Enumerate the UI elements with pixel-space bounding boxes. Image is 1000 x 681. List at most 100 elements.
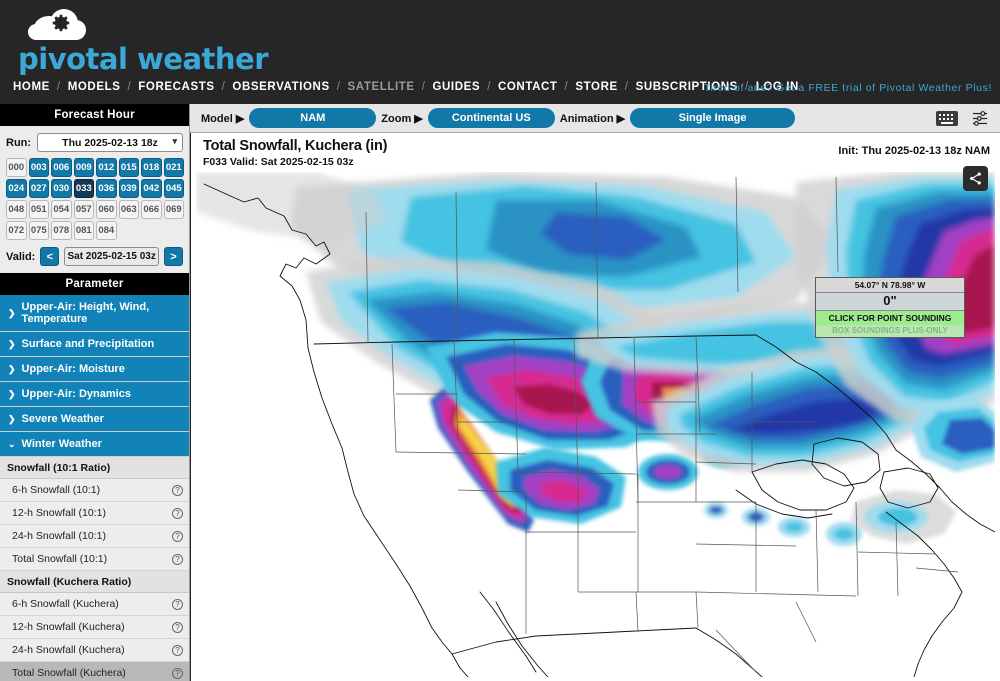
run-select[interactable]: Thu 2025-02-13 18z ▾ bbox=[37, 133, 183, 152]
forecast-hour-003[interactable]: 003 bbox=[28, 158, 49, 177]
point-tooltip[interactable]: 54.07° N 78.98° W 0" CLICK FOR POINT SOU… bbox=[815, 277, 965, 338]
help-icon[interactable]: ? bbox=[172, 667, 183, 679]
forecast-hour-015[interactable]: 015 bbox=[118, 158, 139, 177]
box-sounding-note: BOX SOUNDINGS PLUS-ONLY bbox=[816, 325, 964, 337]
param-item-24-h-snowfall-10-1[interactable]: 24-h Snowfall (10:1)? bbox=[0, 525, 189, 548]
sliders-icon[interactable] bbox=[970, 110, 990, 127]
help-icon[interactable]: ? bbox=[172, 621, 183, 633]
toolbar-right-icons bbox=[936, 110, 994, 127]
param-item-12-h-snowfall-kuchera[interactable]: 12-h Snowfall (Kuchera)? bbox=[0, 616, 189, 639]
param-item-label: 24-h Snowfall (10:1) bbox=[12, 530, 106, 542]
forecast-hour-075[interactable]: 075 bbox=[28, 221, 49, 240]
forecast-hour-027[interactable]: 027 bbox=[28, 179, 49, 198]
forecast-hour-021[interactable]: 021 bbox=[163, 158, 184, 177]
forecast-hour-018[interactable]: 018 bbox=[141, 158, 162, 177]
param-category-label: Winter Weather bbox=[21, 438, 102, 450]
point-sounding-button[interactable]: CLICK FOR POINT SOUNDING bbox=[816, 311, 964, 325]
forecast-hour-057[interactable]: 057 bbox=[73, 200, 94, 219]
site-header: pivotal weather HOME / MODELS / FORECASTS / OB… bbox=[0, 0, 1000, 104]
run-value: Thu 2025-02-13 18z bbox=[62, 136, 158, 149]
animation-select-button[interactable]: Single Image bbox=[630, 108, 796, 128]
forecast-hour-054[interactable]: 054 bbox=[51, 200, 72, 219]
forecast-hour-069[interactable]: 069 bbox=[163, 200, 184, 219]
forecast-hour-empty bbox=[164, 221, 185, 240]
forecast-hour-030[interactable]: 030 bbox=[51, 179, 72, 198]
param-item-total-snowfall-kuchera[interactable]: Total Snowfall (Kuchera)? bbox=[0, 662, 189, 681]
zoom-select-button[interactable]: Continental US bbox=[427, 108, 555, 128]
nav-separator: / bbox=[221, 81, 226, 93]
valid-next-button[interactable]: > bbox=[164, 247, 183, 266]
param-category-label: Surface and Precipitation bbox=[21, 338, 155, 350]
param-category-label: Upper-Air: Dynamics bbox=[21, 388, 131, 400]
help-icon[interactable]: ? bbox=[172, 644, 183, 656]
param-category-upper-air-dynamics[interactable]: ❯ Upper-Air: Dynamics bbox=[0, 382, 189, 407]
help-icon[interactable]: ? bbox=[172, 530, 183, 542]
forecast-hour-078[interactable]: 078 bbox=[51, 221, 72, 240]
forecast-hour-045[interactable]: 045 bbox=[163, 179, 184, 198]
param-category-surface-and-precipitation[interactable]: ❯ Surface and Precipitation bbox=[0, 332, 189, 357]
forecast-hour-grid: 000 003 006 009 012 015 018 021 024 027 030 033 036 0… bbox=[0, 156, 189, 242]
model-label[interactable]: Model ▶ bbox=[201, 112, 244, 125]
nav-item-home[interactable]: HOME bbox=[13, 81, 50, 93]
nav-separator: / bbox=[421, 81, 426, 93]
forecast-hour-051[interactable]: 051 bbox=[28, 200, 49, 219]
help-icon[interactable]: ? bbox=[172, 598, 183, 610]
zoom-label[interactable]: Zoom ▶ bbox=[381, 112, 422, 125]
nav-items: HOME / MODELS / FORECASTS / OBSERVATIONS / SATEL… bbox=[13, 81, 799, 93]
help-icon[interactable]: ? bbox=[172, 507, 183, 519]
param-category-winter-weather[interactable]: ⌄ Winter Weather bbox=[0, 432, 189, 457]
keyboard-icon[interactable] bbox=[936, 110, 958, 126]
cloud-gear-icon bbox=[28, 8, 88, 42]
run-row: Run: Thu 2025-02-13 18z ▾ bbox=[0, 126, 189, 156]
forecast-hour-000[interactable]: 000 bbox=[6, 158, 27, 177]
nav-separator: / bbox=[336, 81, 341, 93]
valid-prev-button[interactable]: < bbox=[40, 247, 60, 266]
forecast-hour-042[interactable]: 042 bbox=[141, 179, 162, 198]
forecast-hour-009[interactable]: 009 bbox=[73, 158, 94, 177]
valid-value[interactable]: Sat 2025-02-15 03z bbox=[64, 247, 159, 266]
forecast-hour-039[interactable]: 039 bbox=[118, 179, 139, 198]
forecast-hour-084[interactable]: 084 bbox=[96, 221, 117, 240]
forecast-hour-036[interactable]: 036 bbox=[96, 179, 117, 198]
help-icon[interactable]: ? bbox=[172, 484, 183, 496]
param-category-severe-weather[interactable]: ❯ Severe Weather bbox=[0, 407, 189, 432]
nav-item-satellite[interactable]: SATELLITE bbox=[348, 81, 415, 93]
weather-map[interactable]: 54.07° N 78.98° W 0" CLICK FOR POINT SOU… bbox=[196, 172, 995, 677]
ad-promo-link[interactable]: Tired of ads? Get a FREE trial of Pivota… bbox=[704, 82, 992, 94]
param-item-6-h-snowfall-10-1[interactable]: 6-h Snowfall (10:1)? bbox=[0, 479, 189, 502]
param-group-header: Snowfall (10:1 Ratio) bbox=[0, 457, 189, 479]
forecast-hour-024[interactable]: 024 bbox=[6, 179, 27, 198]
forecast-hour-072[interactable]: 072 bbox=[6, 221, 27, 240]
run-label: Run: bbox=[6, 136, 32, 149]
map-toolbar: Model ▶ NAM Zoom ▶ Continental US Animat… bbox=[190, 104, 1000, 133]
param-item-total-snowfall-10-1[interactable]: Total Snowfall (10:1)? bbox=[0, 548, 189, 571]
help-icon[interactable]: ? bbox=[172, 553, 183, 565]
forecast-hour-066[interactable]: 066 bbox=[141, 200, 162, 219]
site-logo[interactable]: pivotal weather bbox=[10, 8, 269, 76]
forecast-hour-063[interactable]: 063 bbox=[118, 200, 139, 219]
forecast-hour-060[interactable]: 060 bbox=[96, 200, 117, 219]
nav-item-models[interactable]: MODELS bbox=[68, 81, 121, 93]
param-item-label: 12-h Snowfall (Kuchera) bbox=[12, 621, 125, 633]
forecast-hour-012[interactable]: 012 bbox=[96, 158, 117, 177]
nav-item-observations[interactable]: OBSERVATIONS bbox=[232, 81, 329, 93]
snowfall-contour-map bbox=[196, 172, 995, 677]
param-category-upper-air-moisture[interactable]: ❯ Upper-Air: Moisture bbox=[0, 357, 189, 382]
share-icon[interactable] bbox=[963, 166, 988, 191]
map-init-text: Init: Thu 2025-02-13 18z NAM bbox=[838, 145, 990, 157]
forecast-hour-006[interactable]: 006 bbox=[51, 158, 72, 177]
model-select-button[interactable]: NAM bbox=[249, 108, 377, 128]
nav-item-store[interactable]: STORE bbox=[575, 81, 617, 93]
forecast-hour-048[interactable]: 048 bbox=[6, 200, 27, 219]
param-item-6-h-snowfall-kuchera[interactable]: 6-h Snowfall (Kuchera)? bbox=[0, 593, 189, 616]
nav-item-forecasts[interactable]: FORECASTS bbox=[138, 81, 214, 93]
nav-item-guides[interactable]: GUIDES bbox=[432, 81, 480, 93]
param-item-label: 6-h Snowfall (Kuchera) bbox=[12, 598, 119, 610]
animation-label[interactable]: Animation ▶ bbox=[560, 112, 625, 125]
param-category-upper-air-height-wind-temperature[interactable]: ❯ Upper-Air: Height, Wind, Temperature bbox=[0, 295, 189, 332]
param-item-24-h-snowfall-kuchera[interactable]: 24-h Snowfall (Kuchera)? bbox=[0, 639, 189, 662]
forecast-hour-033[interactable]: 033 bbox=[73, 179, 94, 198]
param-item-12-h-snowfall-10-1[interactable]: 12-h Snowfall (10:1)? bbox=[0, 502, 189, 525]
forecast-hour-081[interactable]: 081 bbox=[73, 221, 94, 240]
nav-item-contact[interactable]: CONTACT bbox=[498, 81, 558, 93]
